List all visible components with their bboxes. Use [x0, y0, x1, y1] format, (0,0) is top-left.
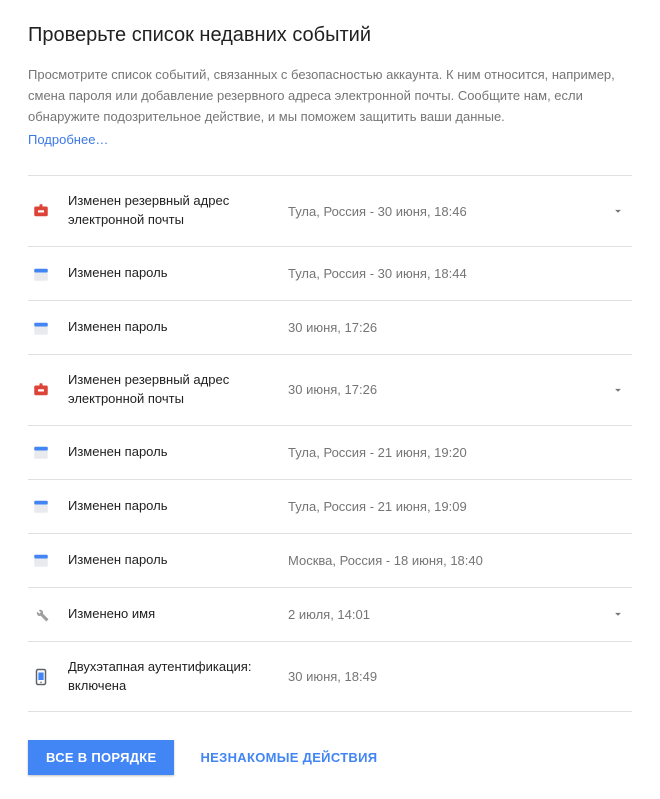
- event-detail: Тула, Россия - 30 июня, 18:46: [288, 204, 608, 219]
- event-label: Изменен пароль: [68, 264, 288, 283]
- event-label: Изменен пароль: [68, 497, 288, 516]
- event-row[interactable]: Изменен парольТула, Россия - 30 июня, 18…: [28, 247, 632, 301]
- page-description: Просмотрите список событий, связанных с …: [28, 65, 632, 127]
- wrench-icon: [32, 605, 50, 623]
- event-detail: 2 июля, 14:01: [288, 607, 608, 622]
- page-title: Проверьте список недавних событий: [28, 24, 632, 47]
- event-row[interactable]: Изменен пароль30 июня, 17:26: [28, 301, 632, 355]
- chevron-down-icon: [608, 204, 628, 218]
- event-label: Изменен пароль: [68, 551, 288, 570]
- calendar-icon: [32, 319, 50, 337]
- event-label: Изменен пароль: [68, 318, 288, 337]
- email-red-icon: [32, 381, 50, 399]
- event-detail: Тула, Россия - 21 июня, 19:20: [288, 445, 608, 460]
- event-detail: Тула, Россия - 21 июня, 19:09: [288, 499, 608, 514]
- event-detail: Тула, Россия - 30 июня, 18:44: [288, 266, 608, 281]
- event-label: Изменен пароль: [68, 443, 288, 462]
- event-detail: 30 июня, 18:49: [288, 669, 608, 684]
- chevron-down-icon: [608, 383, 628, 397]
- event-row[interactable]: Двухэтапная аутентификация: включена30 и…: [28, 642, 632, 713]
- event-label: Изменен резервный адрес электронной почт…: [68, 371, 288, 409]
- event-detail: Москва, Россия - 18 июня, 18:40: [288, 553, 608, 568]
- event-row[interactable]: Изменен парольТула, Россия - 21 июня, 19…: [28, 426, 632, 480]
- event-row[interactable]: Изменен резервный адрес электронной почт…: [28, 176, 632, 247]
- event-detail: 30 июня, 17:26: [288, 382, 608, 397]
- calendar-icon: [32, 443, 50, 461]
- event-row[interactable]: Изменено имя2 июля, 14:01: [28, 588, 632, 642]
- calendar-icon: [32, 265, 50, 283]
- email-red-icon: [32, 202, 50, 220]
- calendar-icon: [32, 497, 50, 515]
- event-label: Двухэтапная аутентификация: включена: [68, 658, 288, 696]
- phone-icon: [32, 668, 50, 686]
- chevron-down-icon: [608, 607, 628, 621]
- button-row: ВСЕ В ПОРЯДКЕ НЕЗНАКОМЫЕ ДЕЙСТВИЯ: [28, 740, 632, 775]
- event-row[interactable]: Изменен парольТула, Россия - 21 июня, 19…: [28, 480, 632, 534]
- all-ok-button[interactable]: ВСЕ В ПОРЯДКЕ: [28, 740, 174, 775]
- event-detail: 30 июня, 17:26: [288, 320, 608, 335]
- event-label: Изменен резервный адрес электронной почт…: [68, 192, 288, 230]
- event-row[interactable]: Изменен резервный адрес электронной почт…: [28, 355, 632, 426]
- calendar-icon: [32, 551, 50, 569]
- event-row[interactable]: Изменен парольМосква, Россия - 18 июня, …: [28, 534, 632, 588]
- event-label: Изменено имя: [68, 605, 288, 624]
- unfamiliar-actions-button[interactable]: НЕЗНАКОМЫЕ ДЕЙСТВИЯ: [182, 740, 395, 775]
- event-list: Изменен резервный адрес электронной почт…: [28, 175, 632, 712]
- learn-more-link[interactable]: Подробнее…: [28, 132, 108, 147]
